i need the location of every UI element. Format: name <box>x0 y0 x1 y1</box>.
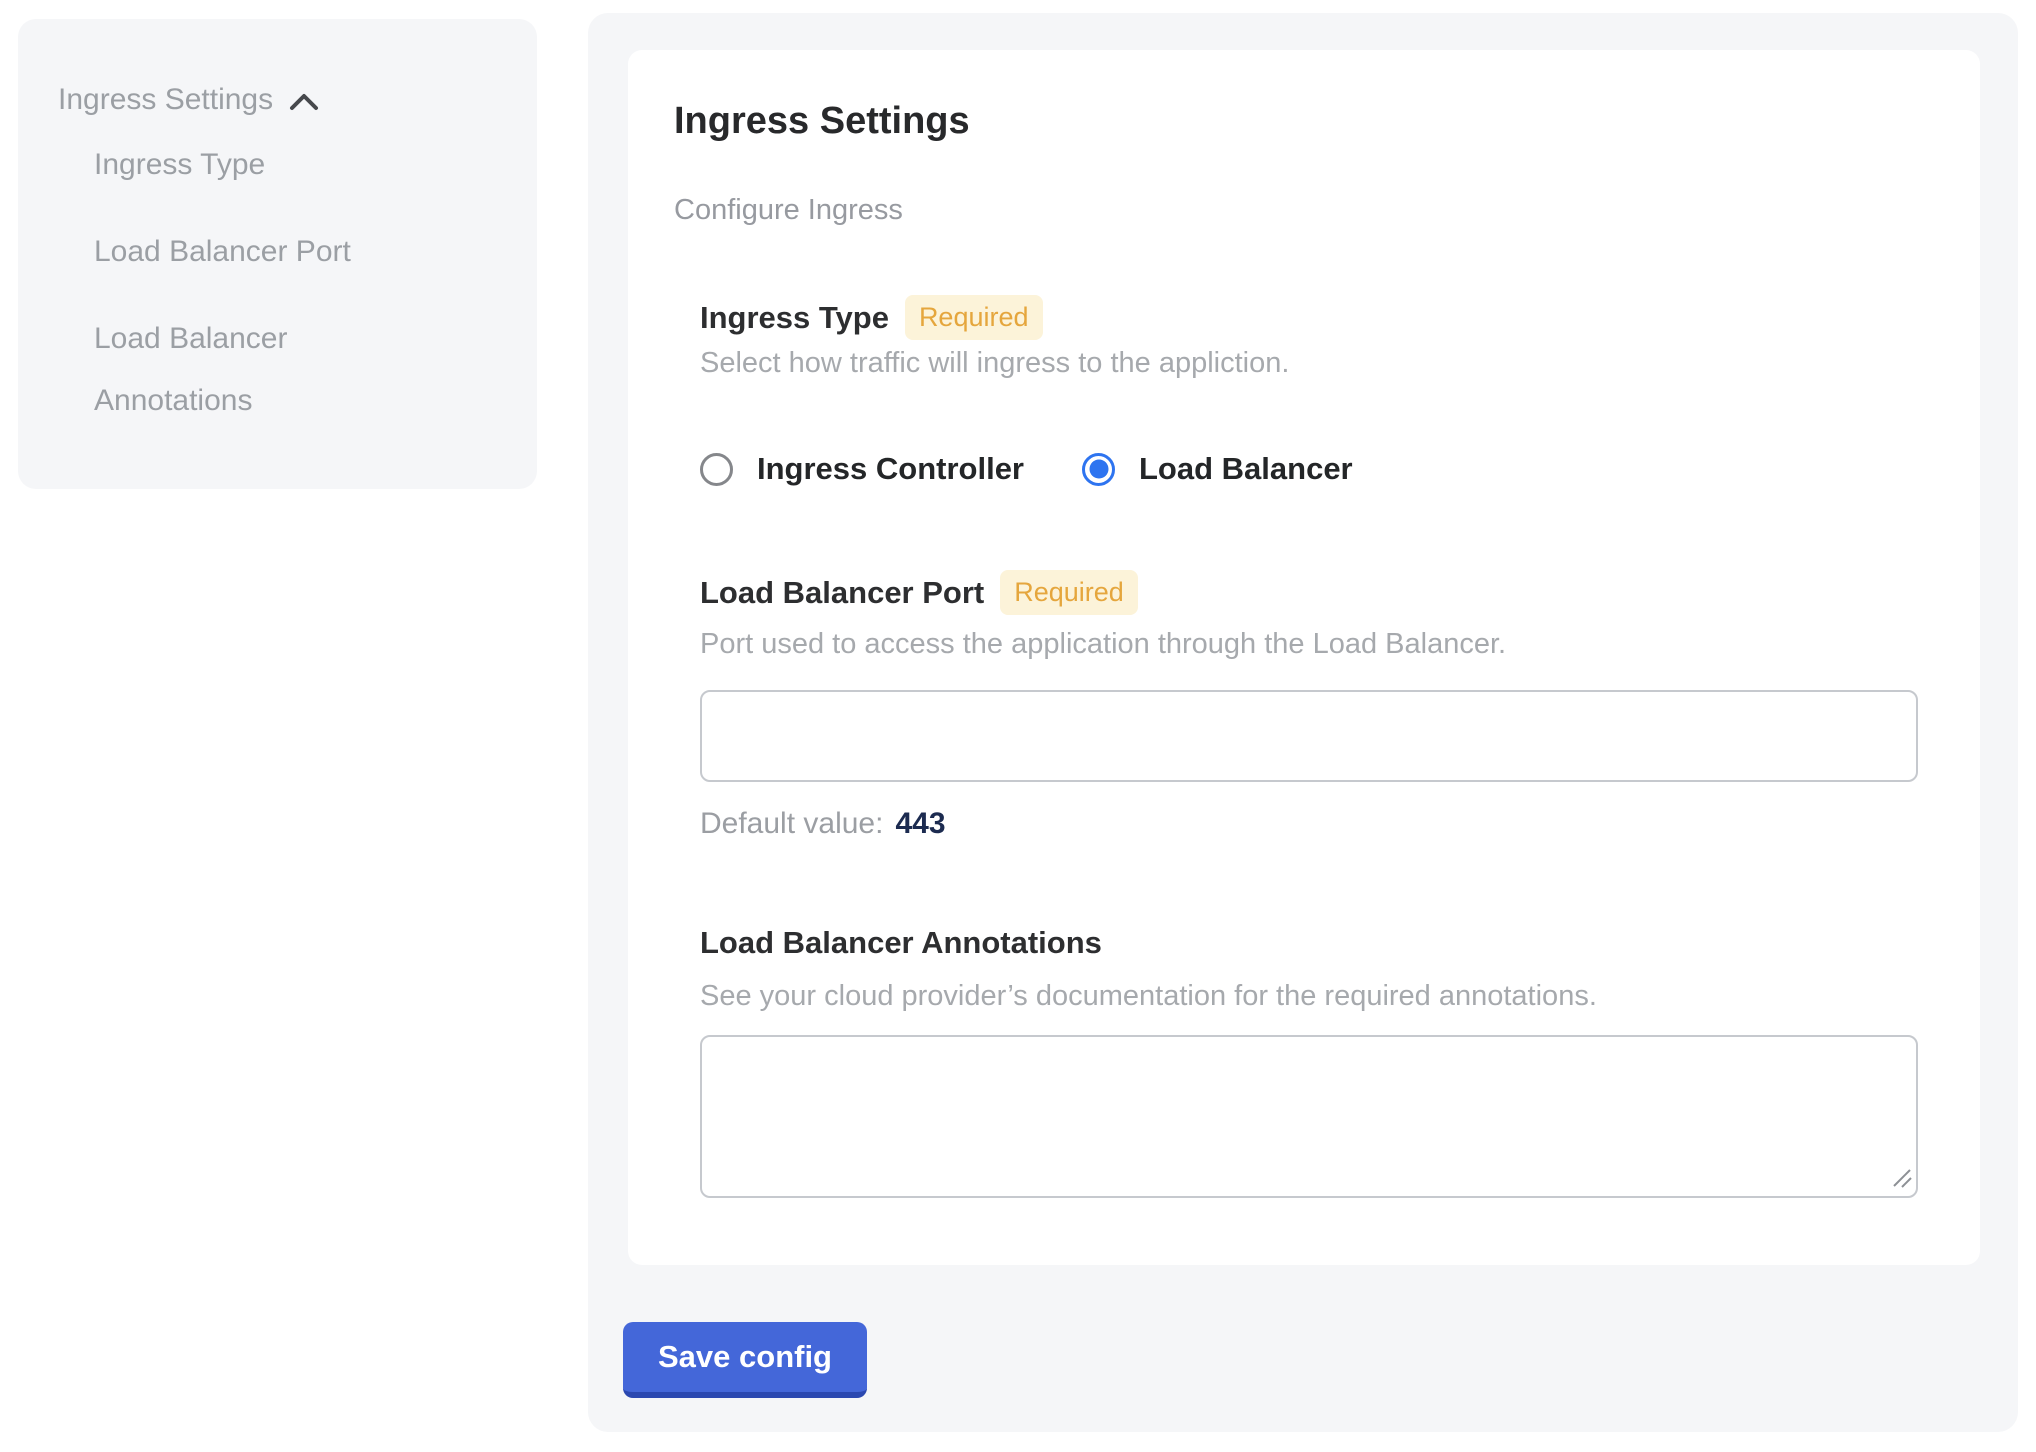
sidebar-section-title: Ingress Settings <box>58 83 273 117</box>
lb-annotations-description: See your cloud provider’s documentation … <box>700 980 1597 1013</box>
sidebar-item-load-balancer-annotations[interactable]: Load Balancer Annotations <box>94 308 389 432</box>
resize-handle-icon[interactable] <box>1890 1166 1912 1188</box>
radio-unselected-icon[interactable] <box>700 453 733 486</box>
lb-annotations-label-row: Load Balancer Annotations <box>700 925 1102 961</box>
default-value: 443 <box>895 807 945 841</box>
page: Ingress Settings Ingress Type Load Balan… <box>0 0 2036 1452</box>
lb-port-label-row: Load Balancer Port Required <box>700 570 1138 615</box>
radio-selected-icon[interactable] <box>1082 453 1115 486</box>
ingress-type-radio-group: Ingress Controller Load Balancer <box>700 451 1353 487</box>
sidebar-section-toggle[interactable]: Ingress Settings <box>58 83 319 117</box>
lb-port-default-line: Default value: 443 <box>700 807 946 841</box>
radio-label-ingress-controller: Ingress Controller <box>757 451 1024 487</box>
radio-option-load-balancer[interactable]: Load Balancer <box>1082 451 1353 487</box>
lb-annotations-label: Load Balancer Annotations <box>700 925 1102 961</box>
settings-sidebar: Ingress Settings Ingress Type Load Balan… <box>18 19 537 489</box>
radio-dot <box>1089 460 1108 479</box>
page-title: Ingress Settings <box>674 100 970 143</box>
lb-port-label: Load Balancer Port <box>700 575 984 611</box>
radio-label-load-balancer: Load Balancer <box>1139 451 1353 487</box>
sidebar-item-load-balancer-port[interactable]: Load Balancer Port <box>94 221 389 283</box>
sidebar-item-ingress-type[interactable]: Ingress Type <box>94 134 389 196</box>
ingress-type-description: Select how traffic will ingress to the a… <box>700 347 1289 380</box>
ingress-type-required-badge: Required <box>905 295 1043 340</box>
default-value-prefix: Default value: <box>700 807 883 841</box>
page-subtitle: Configure Ingress <box>674 194 903 227</box>
save-config-button[interactable]: Save config <box>623 1322 867 1398</box>
main-panel: Ingress Settings Configure Ingress Ingre… <box>588 13 2018 1432</box>
lb-annotations-field <box>700 1035 1918 1198</box>
ingress-type-label-row: Ingress Type Required <box>700 295 1043 340</box>
sidebar-item-list: Ingress Type Load Balancer Port Load Bal… <box>94 134 394 457</box>
radio-option-ingress-controller[interactable]: Ingress Controller <box>700 451 1024 487</box>
lb-annotations-textarea[interactable] <box>700 1035 1918 1198</box>
lb-port-input[interactable] <box>700 690 1918 782</box>
lb-port-description: Port used to access the application thro… <box>700 628 1506 661</box>
ingress-type-label: Ingress Type <box>700 300 889 336</box>
lb-port-required-badge: Required <box>1000 570 1138 615</box>
ingress-settings-card: Ingress Settings Configure Ingress Ingre… <box>628 50 1980 1265</box>
chevron-up-icon <box>289 91 319 113</box>
